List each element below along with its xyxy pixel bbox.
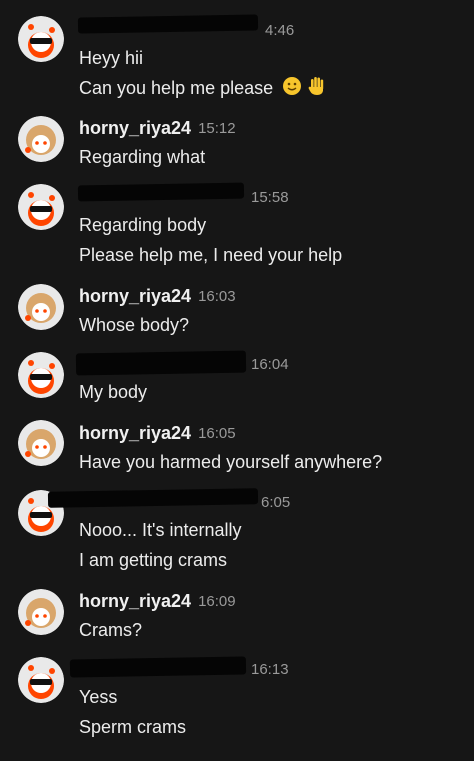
message-header: horny_riya24 15:12	[79, 116, 236, 140]
message-header: horny_riya24 16:09	[79, 589, 236, 613]
redditor-blonde-avatar[interactable]	[18, 589, 64, 635]
message-header: horny_riya24 16:05	[79, 421, 236, 445]
timestamp: 16:04	[251, 355, 289, 373]
message-header: 4:46	[258, 18, 294, 42]
message-text: Regarding what	[79, 147, 206, 167]
message-text: Crams?	[79, 620, 143, 640]
message-text: Sperm crams	[79, 717, 187, 737]
redacted-username	[77, 182, 245, 202]
redditor-blonde-avatar[interactable]	[18, 116, 64, 162]
timestamp: 4:46	[265, 21, 295, 39]
timestamp: 15:12	[198, 119, 236, 137]
timestamp: 16:13	[251, 660, 289, 678]
message-text: Yess	[79, 687, 118, 707]
message-header: 16:04	[244, 352, 289, 376]
message-text: Have you harmed yourself anywhere?	[79, 452, 383, 472]
message-text: Can you help me please	[79, 78, 274, 98]
message-text: Heyy hii	[79, 48, 144, 68]
timestamp: 6:05	[261, 493, 291, 511]
message-text: Nooo... It's internally	[79, 520, 242, 540]
redditor-blonde-avatar[interactable]	[18, 420, 64, 466]
timestamp: 16:09	[198, 592, 236, 610]
username[interactable]: horny_riya24	[79, 286, 191, 307]
message-header: 16:13	[244, 657, 289, 681]
redditor-sunglasses-avatar[interactable]	[18, 352, 64, 398]
username[interactable]: horny_riya24	[79, 423, 191, 444]
timestamp: 16:05	[198, 424, 236, 442]
message-text-row: Can you help me please	[79, 76, 326, 100]
redacted-username	[77, 14, 259, 34]
redditor-blonde-avatar[interactable]	[18, 284, 64, 330]
slightly-smiling-face-emoji-icon	[282, 76, 302, 102]
message-header: 15:58	[244, 185, 289, 209]
username[interactable]: horny_riya24	[79, 118, 191, 139]
username[interactable]: horny_riya24	[79, 591, 191, 612]
message-header: 6:05	[254, 490, 290, 514]
message-text: Regarding body	[79, 215, 207, 235]
message-text: Please help me, I need your help	[79, 245, 343, 265]
message-text: My body	[79, 382, 148, 402]
message-text: I am getting crams	[79, 550, 228, 570]
message-header: horny_riya24 16:03	[79, 284, 236, 308]
redditor-sunglasses-avatar[interactable]	[18, 16, 64, 62]
redditor-sunglasses-avatar[interactable]	[18, 184, 64, 230]
timestamp: 15:58	[251, 188, 289, 206]
message-text: Whose body?	[79, 315, 190, 335]
redacted-username	[47, 488, 259, 508]
redacted-username	[75, 350, 247, 376]
redacted-username	[69, 656, 247, 678]
timestamp: 16:03	[198, 287, 236, 305]
redditor-sunglasses-avatar[interactable]	[18, 657, 64, 703]
raised-hand-emoji-icon	[308, 76, 326, 102]
